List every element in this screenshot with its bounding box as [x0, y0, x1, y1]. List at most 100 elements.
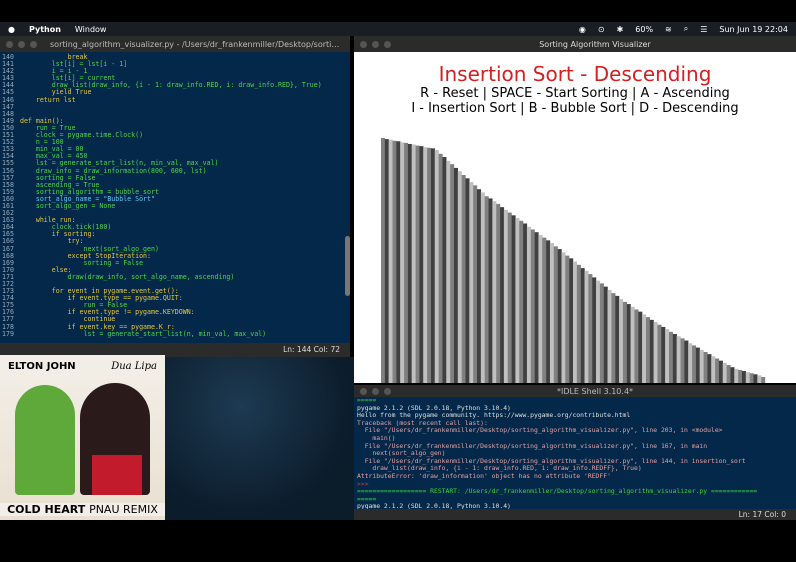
bar	[500, 207, 505, 383]
bar	[638, 311, 643, 383]
bar	[726, 365, 731, 383]
bar	[692, 345, 697, 383]
bar	[657, 324, 662, 383]
bar	[388, 139, 393, 383]
bar	[718, 360, 723, 383]
wifi-icon[interactable]: ≋	[665, 25, 672, 34]
bar	[526, 226, 531, 383]
bar	[734, 368, 739, 383]
zoom-button[interactable]	[30, 40, 37, 48]
bar	[684, 340, 689, 383]
bar	[645, 317, 650, 383]
bars-chart	[381, 138, 766, 383]
bar	[477, 189, 482, 383]
bar	[484, 196, 489, 383]
bar	[384, 139, 389, 383]
bar	[396, 141, 401, 383]
close-button[interactable]	[6, 40, 13, 48]
code-line: 146 return lst	[2, 96, 350, 104]
visualizer-canvas[interactable]: Insertion Sort - Descending R - Reset | …	[354, 52, 796, 383]
bar	[423, 147, 428, 383]
desktop-background	[165, 357, 354, 520]
bar	[461, 175, 466, 383]
bar	[634, 309, 639, 383]
code-editor[interactable]: 140 break 141 lst[i] = lst[i - 1] 142 i = …	[0, 52, 350, 338]
close-button[interactable]	[360, 387, 367, 395]
bar	[688, 343, 693, 383]
bar	[488, 198, 493, 383]
menu-window[interactable]: Window	[75, 25, 107, 34]
bar	[530, 229, 535, 383]
record-icon[interactable]: ◉	[579, 25, 586, 34]
bar	[557, 249, 562, 383]
bar	[642, 314, 647, 383]
album-artist-2: Dua Lipa	[111, 361, 157, 372]
visualizer-window: Sorting Algorithm Visualizer Insertion S…	[354, 36, 796, 383]
code-line: 179 lst = generate_start_list(n, min_val…	[2, 329, 350, 338]
bar	[404, 142, 409, 383]
menu-app-python[interactable]: Python	[29, 25, 61, 34]
bar	[622, 301, 627, 383]
battery-status[interactable]: 60%	[635, 25, 653, 34]
code-line: 147	[2, 103, 350, 111]
bar	[661, 326, 666, 383]
code-text: draw(draw_info, sort_algo_name, ascendin…	[19, 272, 235, 281]
bar	[453, 167, 458, 383]
bar	[392, 140, 397, 383]
bar	[626, 304, 631, 383]
bar	[619, 299, 624, 383]
search-icon[interactable]: ⌕	[684, 24, 688, 34]
zoom-button[interactable]	[384, 387, 391, 395]
bar	[703, 351, 708, 383]
bar	[738, 369, 743, 383]
bar	[411, 144, 416, 383]
minimize-button[interactable]	[18, 40, 25, 48]
control-center-icon[interactable]: ☰	[700, 25, 707, 34]
close-button[interactable]	[360, 40, 367, 48]
bar	[519, 220, 524, 383]
minimize-button[interactable]	[372, 387, 379, 395]
code-text: sort_algo_gen = None	[19, 201, 116, 210]
bar	[507, 212, 512, 383]
datetime[interactable]: Sun Jun 19 22:04	[719, 25, 788, 34]
visualizer-title-bar[interactable]: Sorting Algorithm Visualizer	[354, 36, 796, 52]
code-line: 171 draw(draw_info, sort_algo_name, asce…	[2, 272, 350, 281]
bar	[549, 243, 554, 383]
shell-window: *IDLE Shell 3.10.4* ===== pygame 2.1.2 (S…	[354, 385, 796, 520]
bar	[415, 145, 420, 383]
bar	[511, 215, 516, 383]
bar	[615, 295, 620, 383]
scrollbar[interactable]	[345, 236, 350, 296]
bar	[596, 280, 601, 383]
shell-title-bar[interactable]: *IDLE Shell 3.10.4*	[354, 385, 796, 397]
bar	[753, 374, 758, 383]
bar	[580, 268, 585, 383]
code-text: lst = generate_start_list(n, min_val, ma…	[19, 329, 267, 338]
bar	[553, 246, 558, 383]
bar	[757, 375, 762, 383]
apple-icon[interactable]: ●	[8, 25, 15, 34]
bar	[473, 185, 478, 383]
bar	[573, 261, 578, 383]
bar	[588, 274, 593, 383]
bar	[496, 203, 501, 383]
play-icon[interactable]: ⊙	[598, 25, 605, 34]
bar	[630, 306, 635, 383]
bar	[730, 367, 735, 383]
minimize-button[interactable]	[372, 40, 379, 48]
shell-output[interactable]: ===== pygame 2.1.2 (SDL 2.0.18, Python 3.…	[354, 396, 796, 511]
visualizer-title: Sorting Algorithm Visualizer	[539, 39, 651, 49]
bar	[515, 218, 520, 383]
bar	[465, 178, 470, 383]
bar	[653, 322, 658, 383]
editor-title: sorting_algorithm_visualizer.py - /Users…	[50, 39, 340, 49]
bar	[457, 171, 462, 383]
zoom-button[interactable]	[384, 40, 391, 48]
bar	[442, 157, 447, 383]
shell-line: AttributeError: 'draw_information' objec…	[357, 471, 611, 480]
bar	[592, 277, 597, 383]
bar	[438, 153, 443, 383]
editor-title-bar[interactable]: sorting_algorithm_visualizer.py - /Users…	[0, 36, 350, 52]
bar	[419, 146, 424, 383]
bluetooth-icon[interactable]: ✱	[617, 25, 624, 34]
